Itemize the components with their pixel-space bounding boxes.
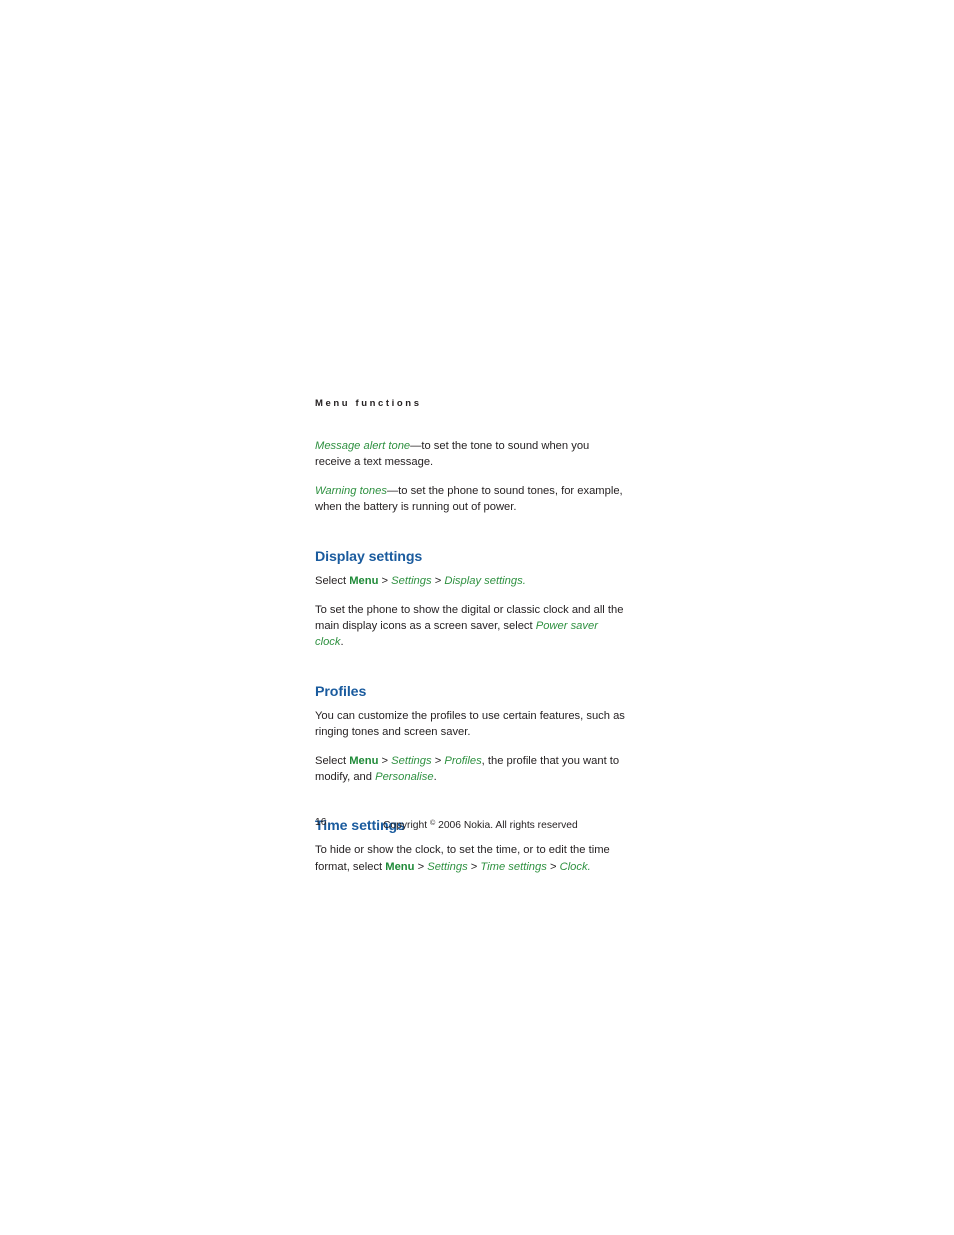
- path-lead: Select: [315, 574, 350, 587]
- paragraph-power-saver-clock-tail: .: [340, 635, 344, 648]
- manual-page: Menu functions Message alert tone—to set…: [0, 0, 954, 1235]
- path-separator: >: [414, 860, 428, 873]
- running-head: Menu functions: [315, 398, 422, 409]
- paragraph-profiles-path: Select Menu > Settings > Profiles, the p…: [315, 753, 627, 785]
- ui-term-personalise: Personalise: [375, 770, 434, 783]
- path-tail: .: [587, 860, 591, 873]
- path-separator: >: [431, 754, 445, 767]
- ui-term-menu: Menu: [385, 860, 415, 873]
- path-separator: >: [378, 574, 392, 587]
- ui-term-menu: Menu: [349, 754, 379, 767]
- paragraph-warning-tones: Warning tones—to set the phone to sound …: [315, 483, 627, 515]
- ui-term-time-settings: Time settings: [480, 860, 547, 873]
- ui-term-clock: Clock: [559, 860, 588, 873]
- path-separator: >: [431, 574, 445, 587]
- paragraph-profiles-intro: You can customize the profiles to use ce…: [315, 709, 625, 738]
- copyright-notice: Copyright © 2006 Nokia. All rights reser…: [383, 816, 578, 833]
- ui-term-settings: Settings: [391, 574, 432, 587]
- path-separator: >: [467, 860, 481, 873]
- copyright-prefix: Copyright: [383, 820, 430, 831]
- path-lead: Select: [315, 754, 350, 767]
- path-separator: >: [378, 754, 392, 767]
- paragraph-time-settings-path: To hide or show the clock, to set the ti…: [315, 842, 627, 874]
- ui-term-settings: Settings: [391, 754, 432, 767]
- paragraph-display-settings-path: Select Menu > Settings > Display setting…: [315, 573, 627, 589]
- paragraph-power-saver-clock: To set the phone to show the digital or …: [315, 602, 627, 651]
- path-tail: .: [522, 574, 526, 587]
- copyright-suffix: 2006 Nokia. All rights reserved: [435, 820, 578, 831]
- page-content: Menu functions Message alert tone—to set…: [315, 398, 627, 887]
- ui-term-display-settings: Display settings: [444, 574, 523, 587]
- section-heading-display-settings: Display settings: [315, 548, 423, 565]
- path-tail: .: [433, 770, 437, 783]
- ui-term-settings: Settings: [427, 860, 468, 873]
- page-number: 16: [315, 817, 327, 828]
- ui-term-profiles: Profiles: [444, 754, 482, 767]
- ui-term-message-alert-tone: Message alert tone: [315, 440, 411, 452]
- section-heading-profiles: Profiles: [315, 683, 367, 700]
- ui-term-warning-tones: Warning tones: [315, 484, 387, 497]
- paragraph-message-alert-tone: Message alert tone—to set the tone to so…: [315, 438, 627, 470]
- path-separator: >: [546, 860, 560, 873]
- ui-term-menu: Menu: [349, 574, 379, 587]
